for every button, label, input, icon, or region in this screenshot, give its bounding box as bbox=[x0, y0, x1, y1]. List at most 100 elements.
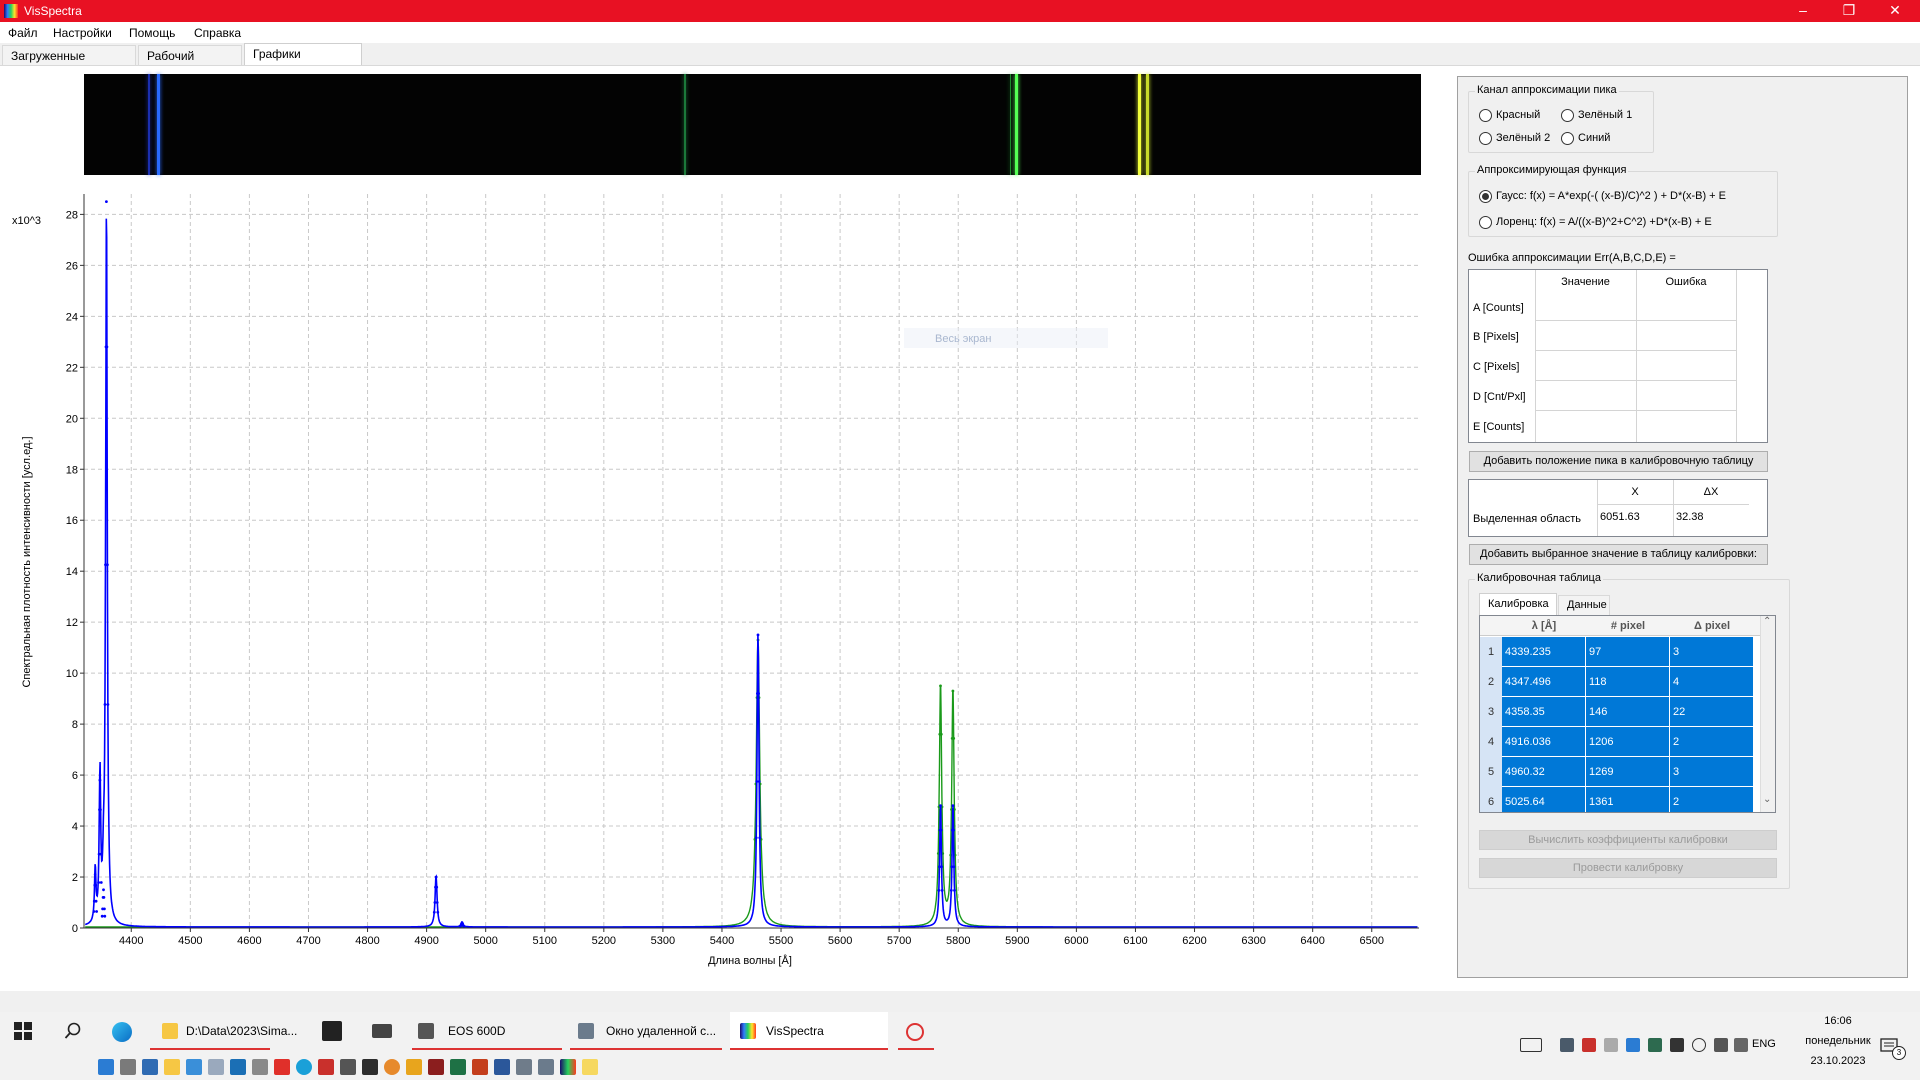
app-icon-21[interactable] bbox=[538, 1059, 554, 1075]
acrobat-icon[interactable] bbox=[428, 1059, 444, 1075]
calibration-cell: 97 bbox=[1586, 637, 1670, 667]
scroll-up-icon[interactable]: ⌃ bbox=[1763, 616, 1771, 627]
excel-icon[interactable] bbox=[450, 1059, 466, 1075]
shield-icon[interactable] bbox=[318, 1059, 334, 1075]
x-tick-label: 4600 bbox=[237, 935, 261, 947]
tray-icon-4[interactable] bbox=[1626, 1038, 1640, 1052]
app-icon bbox=[4, 4, 18, 18]
visspectra-quick-icon[interactable] bbox=[560, 1059, 576, 1075]
calibration-row[interactable]: 5 4960.32 1269 3 bbox=[1480, 757, 1775, 788]
windows-icon bbox=[14, 1022, 32, 1040]
clock-time: 16:06 bbox=[1824, 1015, 1852, 1027]
series-point bbox=[97, 881, 100, 884]
app-icon-8[interactable] bbox=[252, 1059, 268, 1075]
start-button[interactable] bbox=[14, 1022, 32, 1040]
menu-help[interactable]: Помощь bbox=[129, 26, 175, 40]
menu-settings[interactable]: Настройки bbox=[53, 26, 112, 40]
app-icon-12[interactable] bbox=[340, 1059, 356, 1075]
calibration-table[interactable]: λ [Å] # pixel Δ pixel 1 4339.235 97 3 2 4347.… bbox=[1479, 615, 1776, 813]
tab-spectra-graphs[interactable]: Графики спектров bbox=[244, 43, 362, 81]
calibration-row[interactable]: 1 4339.235 97 3 bbox=[1480, 637, 1775, 668]
store-icon[interactable] bbox=[322, 1021, 342, 1041]
radio-green2[interactable] bbox=[1479, 132, 1492, 145]
speaker-muted-icon[interactable] bbox=[1734, 1038, 1748, 1052]
calibration-cell: 4960.32 bbox=[1502, 757, 1586, 787]
tray-cloud-icon[interactable] bbox=[1604, 1038, 1618, 1052]
sel-row-label: Выделенная область bbox=[1473, 513, 1581, 525]
menu-reference[interactable]: Справка bbox=[194, 26, 241, 40]
calib-scrollbar[interactable]: ⌃ ⌄ bbox=[1760, 616, 1775, 812]
calibration-row[interactable]: 6 5025.64 1361 2 bbox=[1480, 787, 1775, 812]
taskbar-item-eos[interactable]: EOS 600D bbox=[412, 1012, 562, 1050]
tab-working-spectrum[interactable]: Рабочий спектр bbox=[138, 45, 242, 83]
language-indicator[interactable]: ENG bbox=[1752, 1038, 1776, 1050]
calibration-cell: 3 bbox=[1670, 637, 1754, 667]
search-icon[interactable] bbox=[64, 1022, 82, 1040]
spectrum-chart[interactable]: 4400 4500 4600 4700 4800 4900 5000 5100 5200 5300… bbox=[0, 182, 1440, 982]
tab-calibration[interactable]: Калибровка bbox=[1479, 593, 1557, 615]
close-button[interactable]: ✕ bbox=[1872, 0, 1918, 22]
7zip-icon[interactable] bbox=[362, 1059, 378, 1075]
network-icon[interactable] bbox=[186, 1059, 202, 1075]
taskbar-item-pinned-app[interactable] bbox=[898, 1012, 934, 1050]
calc-coefficients-button[interactable]: Вычислить коэффициенты калибровки bbox=[1479, 830, 1777, 850]
tray-icon-1[interactable] bbox=[1560, 1038, 1574, 1052]
camera-icon bbox=[418, 1023, 434, 1039]
app-icon-15[interactable] bbox=[406, 1059, 422, 1075]
series-point bbox=[940, 865, 943, 869]
notification-center-button[interactable]: 3 bbox=[1880, 1038, 1906, 1060]
params-header-error: Ошибка bbox=[1665, 276, 1707, 288]
add-peak-button[interactable]: Добавить положение пика в калибровочную … bbox=[1469, 451, 1768, 472]
keyboard-icon[interactable] bbox=[1520, 1038, 1542, 1052]
settings-icon[interactable] bbox=[120, 1059, 136, 1075]
powerpoint-icon[interactable] bbox=[472, 1059, 488, 1075]
menu-file[interactable]: Файл bbox=[8, 26, 38, 40]
tray-icon-5[interactable] bbox=[1648, 1038, 1662, 1052]
globe-icon[interactable] bbox=[1692, 1038, 1706, 1052]
series-point bbox=[952, 865, 956, 869]
tray-antivirus-icon[interactable] bbox=[1582, 1038, 1596, 1052]
tray-icon-8[interactable] bbox=[1714, 1038, 1728, 1052]
radio-blue[interactable] bbox=[1561, 132, 1574, 145]
spectrum-line bbox=[1010, 74, 1011, 175]
params-table[interactable]: Значение Ошибка A [Counts] B [Pixels] C … bbox=[1468, 269, 1768, 443]
tab-loaded-spectra[interactable]: Загруженные спектры bbox=[2, 45, 136, 83]
app-icon-6[interactable] bbox=[208, 1059, 224, 1075]
scroll-down-icon[interactable]: ⌄ bbox=[1763, 794, 1771, 805]
clock[interactable]: 16:06 понедельник 23.10.2023 bbox=[1793, 1012, 1883, 1080]
mail-icon[interactable] bbox=[372, 1024, 392, 1038]
taskbar-item-explorer[interactable]: D:\Data\2023\Sima... bbox=[150, 1012, 297, 1050]
series-point bbox=[95, 910, 98, 913]
onedrive-icon[interactable] bbox=[98, 1059, 114, 1075]
radio-gauss[interactable] bbox=[1479, 190, 1492, 203]
taskbar-item-visspectra[interactable]: VisSpectra bbox=[730, 1012, 888, 1050]
yandex-icon[interactable] bbox=[274, 1059, 290, 1075]
minimize-button[interactable]: – bbox=[1780, 0, 1826, 22]
notes-icon[interactable] bbox=[582, 1059, 598, 1075]
edge-quick-icon[interactable] bbox=[296, 1059, 312, 1075]
add-value-button[interactable]: Добавить выбранное значение в таблицу ка… bbox=[1469, 544, 1768, 565]
app-icon-20[interactable] bbox=[516, 1059, 532, 1075]
run-calibration-button[interactable]: Провести калибровку bbox=[1479, 858, 1777, 878]
tab-data[interactable]: Данные bbox=[1558, 595, 1610, 615]
calibration-row[interactable]: 2 4347.496 118 4 bbox=[1480, 667, 1775, 698]
series-point bbox=[758, 836, 762, 840]
taskbar-item-remote[interactable]: Окно удаленной с... bbox=[570, 1012, 722, 1050]
series-point bbox=[103, 907, 106, 911]
firefox-icon[interactable] bbox=[384, 1059, 400, 1075]
restore-button[interactable]: ❐ bbox=[1826, 0, 1872, 22]
tray-icon-6[interactable] bbox=[1670, 1038, 1684, 1052]
edge-icon[interactable] bbox=[112, 1022, 132, 1042]
calibration-row[interactable]: 3 4358.35 146 22 bbox=[1480, 697, 1775, 728]
row-number: 6 bbox=[1480, 787, 1502, 812]
radio-red[interactable] bbox=[1479, 109, 1492, 122]
calibration-row[interactable]: 4 4916.036 1206 2 bbox=[1480, 727, 1775, 758]
selection-table[interactable]: X ΔX Выделенная область 6051.63 32.38 bbox=[1468, 479, 1768, 537]
app-icon-7[interactable] bbox=[230, 1059, 246, 1075]
monitor-icon[interactable] bbox=[142, 1059, 158, 1075]
spectrum-strip[interactable] bbox=[84, 74, 1421, 175]
word-icon[interactable] bbox=[494, 1059, 510, 1075]
folder-quick-icon[interactable] bbox=[164, 1059, 180, 1075]
radio-green1[interactable] bbox=[1561, 109, 1574, 122]
radio-lorentz[interactable] bbox=[1479, 216, 1492, 229]
